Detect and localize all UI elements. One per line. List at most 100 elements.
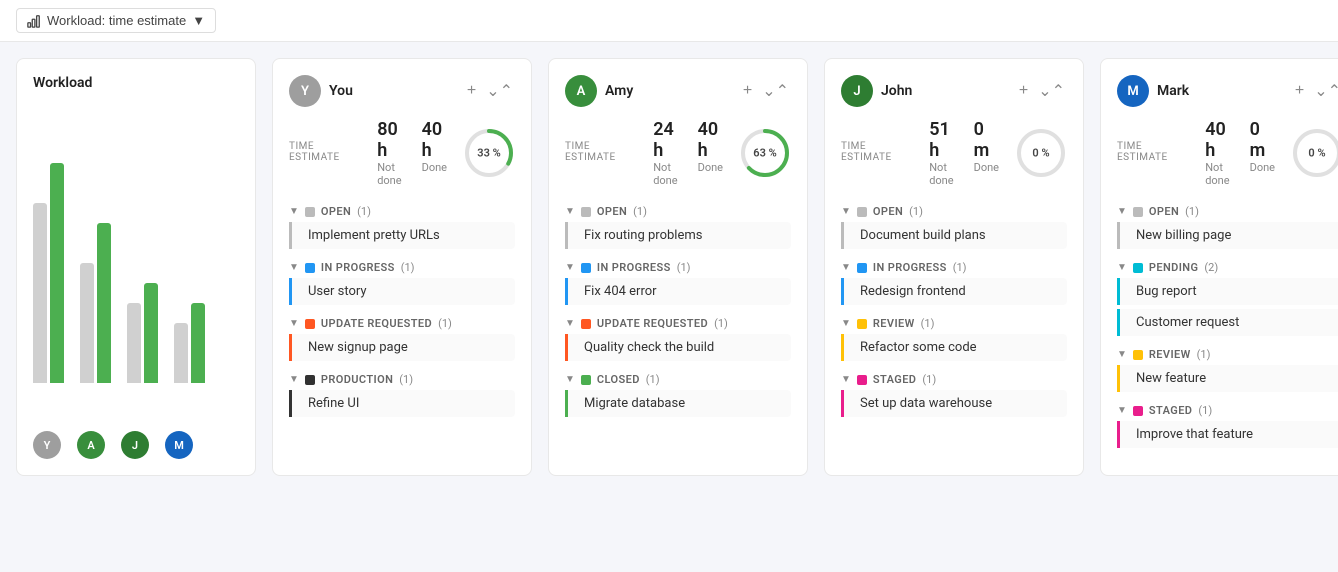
status-toggle-icon: ▼: [565, 318, 575, 329]
status-header[interactable]: ▼UPDATE REQUESTED(1): [289, 313, 515, 334]
status-toggle-icon: ▼: [1117, 262, 1127, 273]
status-header[interactable]: ▼STAGED(1): [841, 369, 1067, 390]
collapse-button[interactable]: ⌄⌃: [1312, 79, 1338, 103]
donut-label: 0 %: [1032, 147, 1049, 160]
bar-gray: [127, 303, 141, 383]
status-name: IN PROGRESS: [597, 261, 671, 274]
status-header[interactable]: ▼STAGED(1): [1117, 400, 1338, 421]
status-count: (2): [1204, 261, 1218, 274]
task-name: Migrate database: [584, 396, 685, 411]
dropdown-icon: ▼: [192, 13, 205, 28]
task-item[interactable]: Redesign frontend: [841, 278, 1067, 305]
task-name: New signup page: [308, 340, 408, 355]
status-header[interactable]: ▼OPEN(1): [289, 201, 515, 222]
status-name: OPEN: [597, 205, 627, 218]
time-estimate-label: TIME ESTIMATE: [565, 141, 637, 163]
task-item[interactable]: Quality check the build: [565, 334, 791, 361]
task-item[interactable]: Set up data warehouse: [841, 390, 1067, 417]
task-item[interactable]: Customer request: [1117, 309, 1338, 336]
task-item[interactable]: Migrate database: [565, 390, 791, 417]
status-toggle-icon: ▼: [565, 206, 575, 217]
status-name: PRODUCTION: [321, 373, 393, 386]
status-count: (1): [399, 373, 413, 386]
status-header[interactable]: ▼IN PROGRESS(1): [565, 257, 791, 278]
task-item[interactable]: New billing page: [1117, 222, 1338, 249]
status-name: OPEN: [321, 205, 351, 218]
status-header[interactable]: ▼ PRODUCTION (1): [289, 369, 515, 390]
done-label: Done: [422, 161, 447, 174]
not-done-label: Not done: [929, 161, 953, 187]
status-dot: [1133, 406, 1143, 416]
status-header[interactable]: ▼PENDING(2): [1117, 257, 1338, 278]
time-not-done-value: 80 h: [377, 119, 401, 161]
time-done-value: 40 h: [698, 119, 723, 161]
person-columns: YYou+⌄⌃TIME ESTIMATE80 hNot done40 hDone…: [272, 58, 1338, 476]
status-name: STAGED: [1149, 404, 1192, 417]
task-name: Quality check the build: [584, 340, 714, 355]
person-col-john: JJohn+⌄⌃TIME ESTIMATE51 hNot done0 mDone…: [824, 58, 1084, 476]
person-col-mark: MMark+⌄⌃TIME ESTIMATE40 hNot done0 mDone…: [1100, 58, 1338, 476]
status-count: (1): [922, 373, 936, 386]
task-item[interactable]: Fix 404 error: [565, 278, 791, 305]
main-content: Workload YAJM YYou+⌄⌃TIME ESTIMATE80 hNo…: [0, 42, 1338, 492]
status-header[interactable]: ▼IN PROGRESS(1): [841, 257, 1067, 278]
status-count: (1): [646, 373, 660, 386]
person-name: Amy: [605, 83, 633, 99]
task-item[interactable]: Refine UI: [289, 390, 515, 417]
status-header[interactable]: ▼REVIEW(1): [1117, 344, 1338, 365]
donut-label: 0 %: [1308, 147, 1325, 160]
status-toggle-icon: ▼: [289, 206, 299, 217]
status-group: ▼UPDATE REQUESTED(1)Quality check the bu…: [565, 313, 791, 361]
status-header[interactable]: ▼CLOSED(1): [565, 369, 791, 390]
add-task-button[interactable]: +: [741, 80, 754, 102]
task-name: Refactor some code: [860, 340, 977, 355]
status-name: REVIEW: [1149, 348, 1191, 361]
task-item[interactable]: Implement pretty URLs: [289, 222, 515, 249]
chart-avatar: M: [165, 431, 193, 459]
status-header[interactable]: ▼REVIEW(1): [841, 313, 1067, 334]
add-task-button[interactable]: +: [465, 80, 478, 102]
status-toggle-icon: ▼: [289, 374, 299, 385]
bar-gray: [33, 203, 47, 383]
task-item[interactable]: Fix routing problems: [565, 222, 791, 249]
task-item[interactable]: New feature: [1117, 365, 1338, 392]
task-item[interactable]: Improve that feature: [1117, 421, 1338, 448]
bar-green: [97, 223, 111, 383]
status-name: STAGED: [873, 373, 916, 386]
status-name: UPDATE REQUESTED: [597, 317, 708, 330]
status-count: (1): [438, 317, 452, 330]
not-done-label: Not done: [1205, 161, 1229, 187]
task-item[interactable]: New signup page: [289, 334, 515, 361]
task-item[interactable]: User story: [289, 278, 515, 305]
status-name: REVIEW: [873, 317, 915, 330]
collapse-button[interactable]: ⌄⌃: [484, 79, 515, 103]
collapse-button[interactable]: ⌄⌃: [760, 79, 791, 103]
task-item[interactable]: Refactor some code: [841, 334, 1067, 361]
collapse-button[interactable]: ⌄⌃: [1036, 79, 1067, 103]
status-group: ▼IN PROGRESS(1)Fix 404 error: [565, 257, 791, 305]
workload-button[interactable]: Workload: time estimate ▼: [16, 8, 216, 33]
avatar: A: [565, 75, 597, 107]
status-group: ▼PENDING(2) Bug report Customer request: [1117, 257, 1338, 336]
status-header[interactable]: ▼OPEN(1): [565, 201, 791, 222]
task-name: Refine UI: [308, 396, 359, 411]
status-header[interactable]: ▼OPEN(1): [841, 201, 1067, 222]
task-name: Bug report: [1136, 284, 1197, 299]
status-header[interactable]: ▼OPEN(1): [1117, 201, 1338, 222]
status-dot: [305, 207, 315, 217]
add-task-button[interactable]: +: [1293, 80, 1306, 102]
done-label: Done: [974, 161, 999, 174]
status-toggle-icon: ▼: [1117, 206, 1127, 217]
person-col-you: YYou+⌄⌃TIME ESTIMATE80 hNot done40 hDone…: [272, 58, 532, 476]
status-dot: [1133, 263, 1143, 273]
task-item[interactable]: Document build plans: [841, 222, 1067, 249]
status-header[interactable]: ▼UPDATE REQUESTED(1): [565, 313, 791, 334]
status-dot: [857, 319, 867, 329]
add-task-button[interactable]: +: [1017, 80, 1030, 102]
status-count: (1): [1197, 348, 1211, 361]
time-not-done-value: 24 h: [653, 119, 677, 161]
bar-group: [33, 123, 64, 383]
status-header[interactable]: ▼IN PROGRESS(1): [289, 257, 515, 278]
status-name: IN PROGRESS: [321, 261, 395, 274]
task-item[interactable]: Bug report: [1117, 278, 1338, 305]
